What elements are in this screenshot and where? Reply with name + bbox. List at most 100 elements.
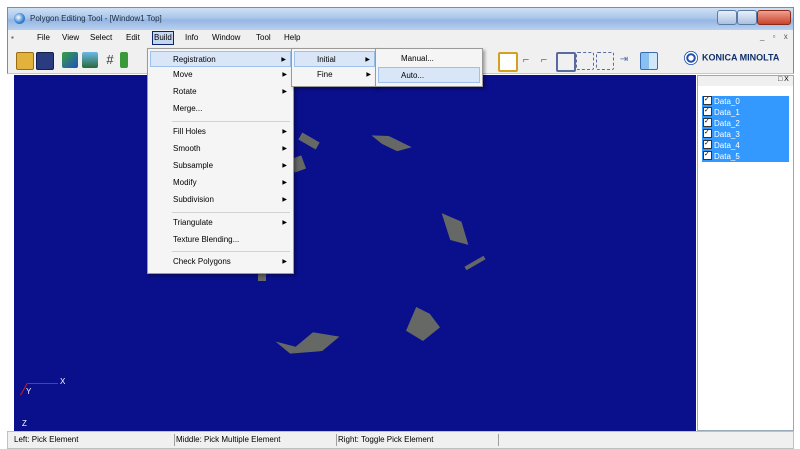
checkbox-icon[interactable] — [703, 116, 712, 127]
submenu-arrow-icon: ▶ — [365, 57, 370, 63]
mesh-icon[interactable] — [120, 52, 128, 68]
item-label: Data_5 — [714, 152, 740, 161]
app-icon — [14, 13, 25, 24]
close-button[interactable] — [757, 10, 791, 25]
menu-item-label: Texture Blending... — [173, 235, 240, 244]
menu-separator — [172, 212, 290, 213]
item-label: Data_3 — [714, 130, 740, 139]
menu-window[interactable]: Window — [212, 32, 240, 43]
item-label: Data_4 — [714, 141, 740, 150]
select-box-icon[interactable] — [498, 52, 518, 72]
menu-item-label: Smooth — [173, 144, 201, 153]
submenu-arrow-icon: ▶ — [282, 89, 287, 95]
menu-file[interactable]: File — [37, 32, 50, 43]
select-pink2-icon[interactable]: ⌐ — [536, 52, 552, 68]
title-bar: Polygon Editing Tool - [Window1 Top] — [7, 7, 794, 30]
menu-item-texture-blending[interactable]: Texture Blending... — [150, 232, 291, 248]
submenu-arrow-icon: ▶ — [282, 197, 287, 203]
registration-submenu: Initial ▶ Fine ▶ — [291, 48, 378, 87]
menu-item-check-polygons[interactable]: Check Polygons ▶ — [150, 254, 291, 270]
logo-mark-icon — [684, 51, 698, 65]
list-item[interactable]: Data_5 — [702, 149, 789, 162]
layout-icon[interactable] — [640, 52, 658, 70]
save-icon[interactable] — [36, 52, 54, 70]
mdi-controls-icon[interactable]: _ ▫ x — [760, 32, 791, 41]
submenu-arrow-icon: ▶ — [281, 57, 286, 63]
status-right: Right: Toggle Pick Element — [336, 434, 499, 446]
build-menu: Registration ▶ Move ▶ Rotate ▶ Merge... Fil… — [147, 48, 294, 274]
menu-item-label: Manual... — [401, 54, 434, 63]
status-middle: Middle: Pick Multiple Element — [174, 434, 337, 446]
minimize-button[interactable] — [717, 10, 737, 25]
menu-item-manual[interactable]: Manual... — [378, 51, 480, 67]
mdi-doc-icon[interactable]: ▪ — [11, 32, 14, 43]
menu-select[interactable]: Select — [90, 32, 112, 43]
maximize-button[interactable] — [737, 10, 757, 25]
submenu-arrow-icon: ▶ — [366, 72, 371, 78]
menu-item-move[interactable]: Move ▶ — [150, 67, 291, 83]
menu-view[interactable]: View — [62, 32, 79, 43]
dotted-select-icon[interactable] — [576, 52, 594, 70]
menu-info[interactable]: Info — [185, 32, 198, 43]
menu-item-fine[interactable]: Fine ▶ — [294, 67, 375, 83]
checkbox-icon[interactable] — [703, 127, 712, 138]
menu-item-subsample[interactable]: Subsample ▶ — [150, 158, 291, 174]
list-item[interactable]: Data_1 — [702, 105, 789, 118]
menu-item-label: Subdivision — [173, 195, 214, 204]
menu-item-label: Triangulate — [173, 218, 213, 227]
menu-item-label: Subsample — [173, 161, 214, 170]
grid-icon[interactable]: # — [102, 52, 118, 68]
scan-fragment — [406, 307, 440, 341]
menu-build[interactable]: Build — [152, 31, 174, 45]
axis-x-label: X — [60, 377, 66, 386]
group-icon[interactable] — [556, 52, 576, 72]
list-item[interactable]: Data_4 — [702, 138, 789, 151]
menu-edit[interactable]: Edit — [126, 32, 140, 43]
3d-viewport[interactable]: X Y Z — [14, 75, 696, 431]
brand-text: KONICA MINOLTA — [702, 52, 780, 63]
menu-help[interactable]: Help — [284, 32, 300, 43]
scan-fragment — [438, 207, 471, 251]
menu-item-triangulate[interactable]: Triangulate ▶ — [150, 215, 291, 231]
checkbox-icon[interactable] — [703, 105, 712, 116]
menu-item-merge[interactable]: Merge... — [150, 101, 291, 117]
submenu-arrow-icon: ▶ — [282, 72, 287, 78]
menu-item-auto[interactable]: Auto... — [378, 67, 480, 83]
menu-item-label: Registration — [173, 55, 216, 64]
list-item[interactable]: Data_0 — [702, 94, 789, 107]
checkbox-icon[interactable] — [703, 138, 712, 149]
brush-icon[interactable] — [62, 52, 78, 68]
menu-item-fill-holes[interactable]: Fill Holes ▶ — [150, 124, 291, 140]
arrow-select-icon[interactable]: ⇥ — [616, 52, 632, 68]
menu-bar: ▪ File View Select Edit Build Info Windo… — [7, 30, 794, 45]
menu-item-rotate[interactable]: Rotate ▶ — [150, 84, 291, 100]
menu-item-smooth[interactable]: Smooth ▶ — [150, 141, 291, 157]
menu-item-label: Auto... — [401, 71, 425, 80]
checkbox-icon[interactable] — [703, 149, 712, 160]
item-label: Data_0 — [714, 97, 740, 106]
panel-controls-icon[interactable]: □ X — [778, 76, 789, 83]
menu-item-subdivision[interactable]: Subdivision ▶ — [150, 192, 291, 208]
list-item[interactable]: Data_2 — [702, 116, 789, 129]
stack-icon[interactable] — [82, 52, 98, 68]
menu-item-label: Initial — [317, 55, 336, 64]
window-title: Polygon Editing Tool - [Window1 Top] — [30, 14, 162, 23]
open-icon[interactable] — [16, 52, 34, 70]
status-bar: Left: Pick Element Middle: Pick Multiple… — [7, 431, 794, 449]
menu-tool[interactable]: Tool — [256, 32, 271, 43]
menu-item-initial[interactable]: Initial ▶ — [294, 51, 375, 67]
select-pink-icon[interactable]: ⌐ — [518, 52, 534, 68]
menu-item-label: Check Polygons — [173, 257, 231, 266]
submenu-arrow-icon: ▶ — [282, 129, 287, 135]
dotted-select2-icon[interactable] — [596, 52, 614, 70]
menu-item-label: Move — [173, 70, 193, 79]
submenu-arrow-icon: ▶ — [282, 163, 287, 169]
menu-separator — [172, 251, 290, 252]
scan-fragment — [369, 131, 413, 155]
checkbox-icon[interactable] — [703, 94, 712, 105]
menu-item-modify[interactable]: Modify ▶ — [150, 175, 291, 191]
submenu-arrow-icon: ▶ — [282, 146, 287, 152]
menu-item-registration[interactable]: Registration ▶ — [150, 51, 291, 67]
list-item[interactable]: Data_3 — [702, 127, 789, 140]
menu-item-label: Fine — [317, 70, 333, 79]
